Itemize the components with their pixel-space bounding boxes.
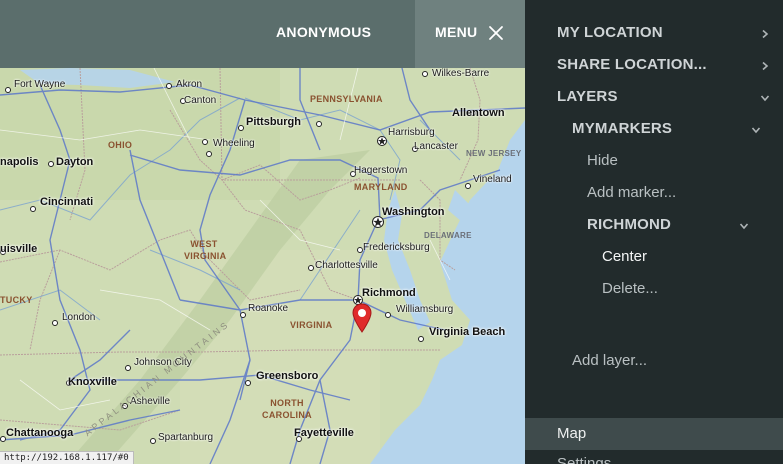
city-dot — [245, 380, 251, 386]
city-dot — [385, 312, 391, 318]
city-dot — [52, 320, 58, 326]
map-label-city: Hagerstown — [354, 165, 408, 176]
map-label-city: Lancaster — [414, 141, 458, 152]
map-label-city: Allentown — [452, 107, 505, 119]
map-label-city: Dayton — [56, 156, 94, 168]
menu-item-label: RICHMOND — [587, 216, 672, 233]
menu-item-add-layer[interactable]: Add layer... — [572, 352, 647, 369]
status-url: http://192.168.1.117/#0 — [0, 451, 134, 464]
menu-item-settings[interactable]: Settings — [557, 455, 611, 464]
close-icon — [489, 26, 503, 40]
city-dot — [30, 206, 36, 212]
menu-item-label: MY LOCATION — [557, 24, 663, 41]
city-dot — [125, 365, 131, 371]
map-label-city: Fayetteville — [294, 427, 354, 439]
map-label-city: Charlottesville — [315, 260, 378, 271]
capital-star-icon — [377, 136, 387, 146]
map-label-city: London — [62, 312, 96, 323]
map-label-city: napolis — [0, 156, 39, 168]
map-label-city: Cincinnati — [40, 196, 94, 208]
map-label-state: OHIO — [108, 140, 133, 150]
menu-item-mymarkers[interactable]: MYMARKERS — [572, 120, 672, 137]
map-label-state: VIRGINIA — [290, 320, 333, 330]
city-dot — [308, 265, 314, 271]
map-label-city: Harrisburg — [388, 127, 435, 138]
map-label-city: Fredericksburg — [363, 242, 430, 253]
city-dot — [418, 336, 424, 342]
map-label-city: Wheeling — [213, 138, 255, 149]
city-dot — [465, 183, 471, 189]
menu-item-my-location[interactable]: MY LOCATION — [557, 24, 663, 41]
menu-button[interactable]: MENU — [415, 0, 525, 68]
menu-item-label: SHARE LOCATION... — [557, 56, 707, 73]
map-label-state: MARYLAND — [354, 182, 408, 192]
map-label-city: Williamsburg — [396, 304, 454, 315]
menu-item-center[interactable]: Center — [602, 248, 647, 265]
map-label-city: Canton — [184, 95, 217, 106]
map-label-city: Knoxville — [68, 376, 117, 388]
location-marker-icon[interactable] — [352, 303, 372, 333]
map-label-city: Washington — [382, 206, 445, 218]
map-label-state: DELAWARE — [424, 231, 472, 240]
map-label-state: PENNSYLVANIA — [310, 94, 383, 104]
city-dot — [206, 151, 212, 157]
city-dot — [316, 121, 322, 127]
menu-item-richmond[interactable]: RICHMOND — [587, 216, 671, 233]
menu-item-map[interactable]: Map — [525, 418, 783, 450]
map-label-city: Chattanooga — [6, 427, 74, 439]
map-label-state: NORTH CAROLINA — [262, 398, 312, 420]
chevron-down-icon[interactable] — [739, 221, 749, 231]
menu-item-hide[interactable]: Hide — [587, 152, 618, 169]
map-label-city: Vineland — [473, 174, 512, 185]
map-label-city: Fort Wayne — [14, 79, 66, 90]
top-bar: ANONYMOUS MENU — [0, 0, 525, 68]
map-label-city: Richmond — [362, 287, 416, 299]
menu-item-label: Map — [557, 425, 587, 442]
chevron-right-icon[interactable] — [760, 29, 770, 39]
map-label-city: uisville — [0, 243, 38, 255]
map-label-city: Roanoke — [248, 303, 289, 314]
chevron-down-icon[interactable] — [751, 125, 761, 135]
city-dot — [202, 139, 208, 145]
map-label-city: Pittsburgh — [246, 116, 301, 128]
menu-item-label: MYMARKERS — [572, 120, 673, 137]
map-label-city: Wilkes-Barre — [432, 68, 490, 79]
menu-item-label: LAYERS — [557, 88, 618, 105]
city-dot — [150, 438, 156, 444]
city-dot — [422, 71, 428, 77]
map-label-city: Greensboro — [256, 370, 319, 382]
map-view[interactable]: Fort Wayne Akron Canton Wilkes-Barre All… — [0, 0, 525, 464]
map-label-state: NEW JERSEY — [466, 149, 522, 158]
chevron-down-icon[interactable] — [760, 93, 770, 103]
map-label-city: Akron — [176, 79, 203, 90]
menu-item-delete[interactable]: Delete... — [602, 280, 658, 297]
user-button[interactable]: ANONYMOUS — [276, 24, 371, 40]
menu-item-share-location[interactable]: SHARE LOCATION... — [557, 56, 707, 73]
menu-item-layers[interactable]: LAYERS — [557, 88, 618, 105]
city-dot — [238, 125, 244, 131]
side-menu: MY LOCATION SHARE LOCATION... LAYERS MYM… — [525, 0, 783, 464]
menu-button-label: MENU — [435, 24, 478, 40]
city-dot — [48, 161, 54, 167]
map-label-state: WEST VIRGINIA — [184, 239, 227, 261]
city-dot — [5, 87, 11, 93]
map-label-city: Spartanburg — [158, 432, 214, 443]
map-label-state: TUCKY — [0, 295, 33, 305]
menu-item-add-marker[interactable]: Add marker... — [587, 184, 676, 201]
city-dot — [240, 312, 246, 318]
chevron-right-icon[interactable] — [760, 61, 770, 71]
city-dot — [166, 83, 172, 89]
map-label-city: Virginia Beach — [429, 326, 506, 338]
